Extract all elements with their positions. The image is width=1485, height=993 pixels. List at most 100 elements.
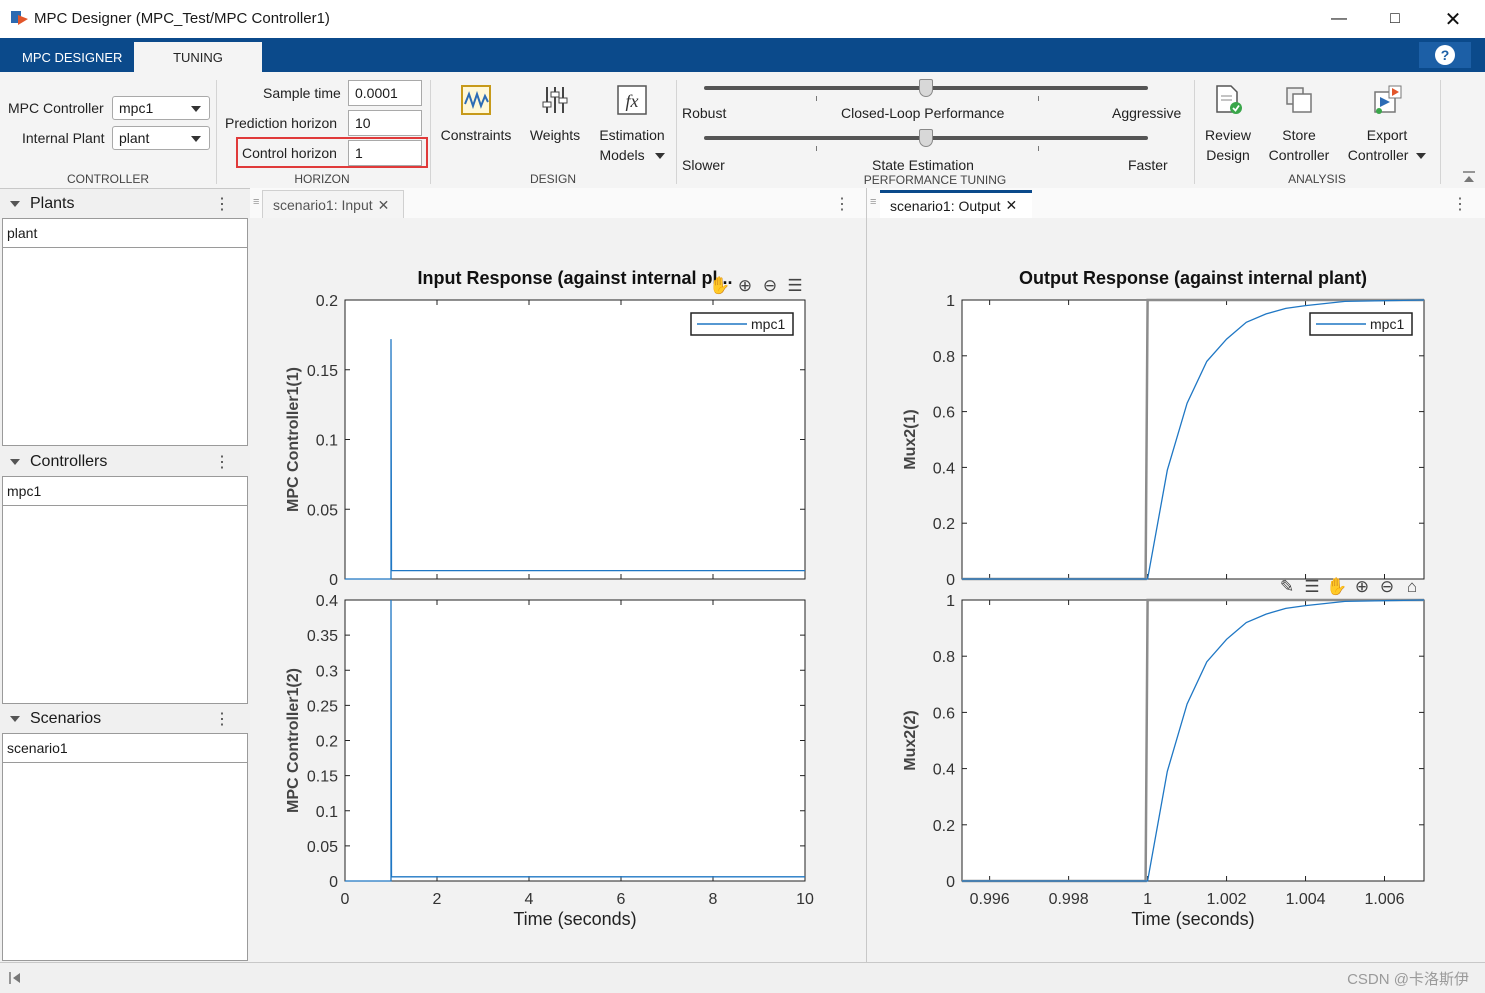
constraints-label: Constraints bbox=[440, 127, 512, 143]
chevron-down-icon bbox=[191, 136, 201, 142]
list-item-plant[interactable]: plant bbox=[3, 219, 247, 248]
title-bar: MPC Designer (MPC_Test/MPC Controller1) … bbox=[0, 0, 1485, 38]
home-icon: ⌂ bbox=[1407, 577, 1417, 596]
collapse-triangle-icon[interactable] bbox=[10, 201, 20, 207]
tab-output-label: scenario1: Output bbox=[890, 197, 1001, 214]
y-tick-label: 0.1 bbox=[316, 804, 338, 821]
constraints-icon bbox=[461, 85, 491, 115]
more-options-icon[interactable]: ⋮ bbox=[214, 709, 230, 729]
minimize-button[interactable]: — bbox=[1316, 0, 1362, 38]
y-tick-label: 0.4 bbox=[316, 593, 338, 610]
slider-tick bbox=[1038, 146, 1039, 151]
legend[interactable]: mpc1 bbox=[690, 312, 794, 336]
app-icon bbox=[11, 11, 28, 25]
estimation-label: Estimation bbox=[599, 127, 665, 143]
export-controller-button[interactable]: Export Controller bbox=[1342, 84, 1432, 165]
drag-handle-icon[interactable]: ≡ bbox=[870, 196, 876, 208]
plants-panel-header[interactable]: Plants ⋮ bbox=[0, 190, 248, 218]
state-estimation-slider-thumb[interactable] bbox=[919, 129, 933, 147]
more-options-icon[interactable]: ⋮ bbox=[1452, 194, 1468, 214]
svg-text:fx: fx bbox=[626, 91, 639, 111]
axes[interactable]: 0 0.05 0.1 0.15 0.2 Input Response (against i… bbox=[285, 268, 806, 589]
slider-tick bbox=[1038, 96, 1039, 101]
section-divider bbox=[676, 80, 677, 184]
axes[interactable]: 0 0.2 0.4 0.6 0.8 1 0.996 0.998 1 1.002 1.004 1.006… bbox=[902, 593, 1425, 929]
axes-toolbar[interactable]: ✋ ⊕ ⊖ ☰ bbox=[709, 275, 802, 295]
list-item-scenario1[interactable]: scenario1 bbox=[3, 734, 247, 763]
x-tick-label: 1.004 bbox=[1286, 891, 1326, 908]
more-options-icon[interactable]: ⋮ bbox=[214, 452, 230, 472]
store-controller-button[interactable]: Store Controller bbox=[1262, 84, 1336, 165]
plot-background bbox=[961, 299, 1425, 580]
mpc-controller-dropdown[interactable]: mpc1 bbox=[112, 96, 210, 120]
internal-plant-dropdown[interactable]: plant bbox=[112, 126, 210, 150]
y-tick-label: 0.2 bbox=[316, 734, 338, 751]
tab-scenario1-input[interactable]: scenario1: Input ✕ bbox=[262, 190, 404, 219]
prediction-horizon-input[interactable]: 10 bbox=[348, 110, 422, 136]
export-label: Export bbox=[1366, 127, 1408, 143]
plants-list: plant bbox=[2, 218, 248, 446]
review-design-icon bbox=[1216, 85, 1242, 114]
horizon-section-label: HORIZON bbox=[294, 172, 350, 186]
x-tick-label: 6 bbox=[617, 891, 626, 908]
export-controller-row: Controller bbox=[1342, 145, 1432, 165]
list-item-mpc1[interactable]: mpc1 bbox=[3, 477, 247, 506]
constraints-button[interactable]: Constraints bbox=[436, 84, 516, 145]
slider-tick bbox=[816, 146, 817, 151]
collapse-triangle-icon[interactable] bbox=[10, 716, 20, 722]
y-tick-label: 1 bbox=[946, 593, 955, 610]
weights-button[interactable]: Weights bbox=[522, 84, 588, 145]
y-tick-label: 0.6 bbox=[933, 405, 955, 422]
close-tab-icon[interactable]: ✕ bbox=[378, 197, 390, 214]
y-tick-label: 0.4 bbox=[933, 762, 955, 779]
sample-time-input[interactable]: 0.0001 bbox=[348, 80, 422, 106]
tab-mpc-designer[interactable]: MPC DESIGNER bbox=[4, 42, 140, 72]
y-tick-label: 1 bbox=[946, 293, 955, 310]
control-horizon-label: Control horizon bbox=[242, 145, 337, 161]
control-horizon-input[interactable]: 1 bbox=[348, 140, 422, 166]
ribbon-tab-strip: MPC DESIGNER TUNING ? bbox=[0, 38, 1485, 72]
faster-label: Faster bbox=[1128, 157, 1168, 173]
tab-tuning[interactable]: TUNING bbox=[134, 42, 262, 72]
more-options-icon[interactable]: ⋮ bbox=[834, 194, 850, 214]
close-tab-icon[interactable]: ✕ bbox=[1006, 197, 1018, 214]
closed-loop-slider-thumb[interactable] bbox=[919, 79, 933, 97]
data-cursor-icon: ☰ bbox=[1304, 577, 1319, 596]
y-tick-label: 0.15 bbox=[307, 363, 338, 380]
more-options-icon[interactable]: ⋮ bbox=[214, 194, 230, 214]
weights-label: Weights bbox=[529, 127, 581, 143]
plants-panel-title: Plants bbox=[30, 195, 75, 212]
axes[interactable]: 0 0.2 0.4 0.6 0.8 1 Output Response (against i… bbox=[902, 268, 1425, 589]
data-cursor-icon: ☰ bbox=[787, 276, 802, 295]
plot-background bbox=[961, 599, 1425, 882]
estimation-models-button[interactable]: fx Estimation Models bbox=[594, 84, 670, 165]
controllers-panel-title: Controllers bbox=[30, 453, 108, 470]
drag-handle-icon[interactable]: ≡ bbox=[253, 196, 259, 208]
axes[interactable]: 0 0.05 0.1 0.15 0.2 0.25 0.3 0.35 0.4 0 2 4 6 8 10 MPC … bbox=[285, 593, 814, 929]
x-tick-label: 2 bbox=[433, 891, 442, 908]
input-response-figure[interactable]: 0 0.05 0.1 0.15 0.2 Input Response (against i… bbox=[250, 218, 866, 962]
state-estimation-label: State Estimation bbox=[872, 157, 974, 173]
help-button[interactable]: ? bbox=[1419, 42, 1471, 68]
collapse-triangle-icon[interactable] bbox=[10, 459, 20, 465]
zoom-in-icon: ⊕ bbox=[1355, 577, 1369, 596]
controllers-panel-header[interactable]: Controllers ⋮ bbox=[0, 448, 248, 476]
close-button[interactable]: ✕ bbox=[1430, 0, 1476, 38]
zoom-in-icon: ⊕ bbox=[738, 276, 752, 295]
tab-scenario1-output[interactable]: scenario1: Output ✕ bbox=[880, 190, 1032, 218]
y-tick-label: 0.15 bbox=[307, 769, 338, 786]
collapse-panel-icon[interactable] bbox=[8, 971, 22, 985]
collapse-toolstrip-icon[interactable] bbox=[1462, 170, 1476, 184]
scenarios-panel-header[interactable]: Scenarios ⋮ bbox=[0, 705, 248, 733]
y-tick-label: 0.05 bbox=[307, 502, 338, 519]
output-response-figure[interactable]: 0 0.2 0.4 0.6 0.8 1 Output Response (against i… bbox=[867, 218, 1485, 962]
edit-icon: ✎ bbox=[1280, 577, 1294, 596]
zoom-out-icon: ⊖ bbox=[763, 276, 777, 295]
review-design-button[interactable]: Review Design bbox=[1198, 84, 1258, 165]
controllers-list: mpc1 bbox=[2, 476, 248, 704]
legend[interactable]: mpc1 bbox=[1309, 312, 1413, 336]
y-tick-label: 0.6 bbox=[933, 705, 955, 722]
mpc-controller-value: mpc1 bbox=[119, 100, 154, 116]
chevron-down-icon bbox=[1416, 153, 1427, 160]
maximize-button[interactable]: □ bbox=[1372, 0, 1418, 38]
